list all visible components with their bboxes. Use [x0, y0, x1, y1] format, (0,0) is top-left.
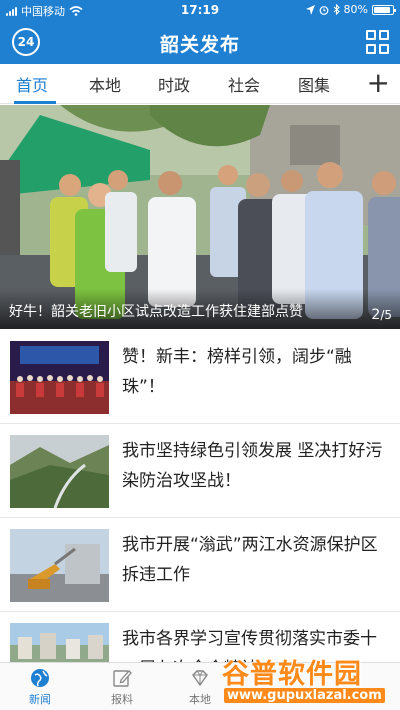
globe-icon	[10, 667, 70, 689]
site-watermark: 谷普软件园 www.gupuxlazal.com	[222, 652, 398, 708]
news-title: 我市坚持绿色引领发展 坚决打好污染防治攻坚战！	[122, 441, 383, 491]
active-tab-indicator	[14, 101, 56, 104]
tab-society[interactable]: 社会	[228, 72, 260, 96]
nav-local-label: 本地	[189, 693, 211, 706]
app-header: 24 韶关发布	[0, 20, 400, 64]
news-title: 赞！新丰：榜样引领，阔步“融珠”！	[122, 347, 352, 397]
tab-local[interactable]: 本地	[89, 72, 121, 96]
banner-caption-overlay: 好牛！韶关老旧小区试点改造工作获住建部点赞 2/5	[0, 289, 400, 329]
status-bar: 中国移动 17:19 80%	[0, 0, 400, 20]
alarm-icon	[319, 5, 328, 15]
headline-banner[interactable]: 好牛！韶关老旧小区试点改造工作获住建部点赞 2/5	[0, 105, 400, 329]
list-item[interactable]: 我市开展“滃武”两江水资源保护区拆违工作	[0, 518, 400, 612]
nav-news[interactable]: 新闻	[10, 667, 70, 707]
nav-report-label: 报料	[111, 693, 133, 706]
app-screen: 中国移动 17:19 80% 24 韶关发布 首页 本地 时政 社会 图集 +	[0, 0, 400, 710]
location-icon	[305, 4, 315, 15]
news-thumbnail	[10, 435, 109, 508]
edit-icon	[92, 667, 152, 689]
pager-current: 2	[371, 307, 381, 323]
nav-local[interactable]: 本地	[170, 667, 230, 707]
diamond-icon	[170, 667, 230, 689]
status-right: 80%	[305, 3, 396, 16]
battery-icon	[372, 4, 396, 15]
bluetooth-icon	[333, 4, 340, 15]
banner-pager: 2/5	[371, 307, 392, 323]
tab-home[interactable]: 首页	[16, 72, 48, 96]
nav-report[interactable]: 报料	[92, 667, 152, 707]
news-title: 我市开展“滃武”两江水资源保护区拆违工作	[122, 535, 378, 585]
tab-politics[interactable]: 时政	[158, 72, 190, 96]
banner-caption: 好牛！韶关老旧小区试点改造工作获住建部点赞	[9, 304, 303, 320]
pager-total: 5	[384, 308, 392, 322]
list-item[interactable]: 我市坚持绿色引领发展 坚决打好污染防治攻坚战！	[0, 424, 400, 518]
list-item[interactable]: 赞！新丰：榜样引领，阔步“融珠”！	[0, 330, 400, 424]
channel-tabs: 首页 本地 时政 社会 图集 +	[0, 64, 400, 104]
tab-gallery[interactable]: 图集	[298, 72, 330, 96]
grid-menu-icon[interactable]	[366, 30, 390, 54]
watermark-text: 谷普软件园	[222, 659, 362, 690]
battery-percent: 80%	[343, 3, 368, 16]
news-thumbnail	[10, 529, 109, 602]
add-channel-icon[interactable]: +	[367, 68, 390, 98]
watermark-url: www.gupuxlazal.com	[224, 688, 385, 703]
app-title: 韶关发布	[159, 34, 240, 56]
nav-news-label: 新闻	[29, 693, 51, 706]
news-thumbnail	[10, 341, 109, 414]
